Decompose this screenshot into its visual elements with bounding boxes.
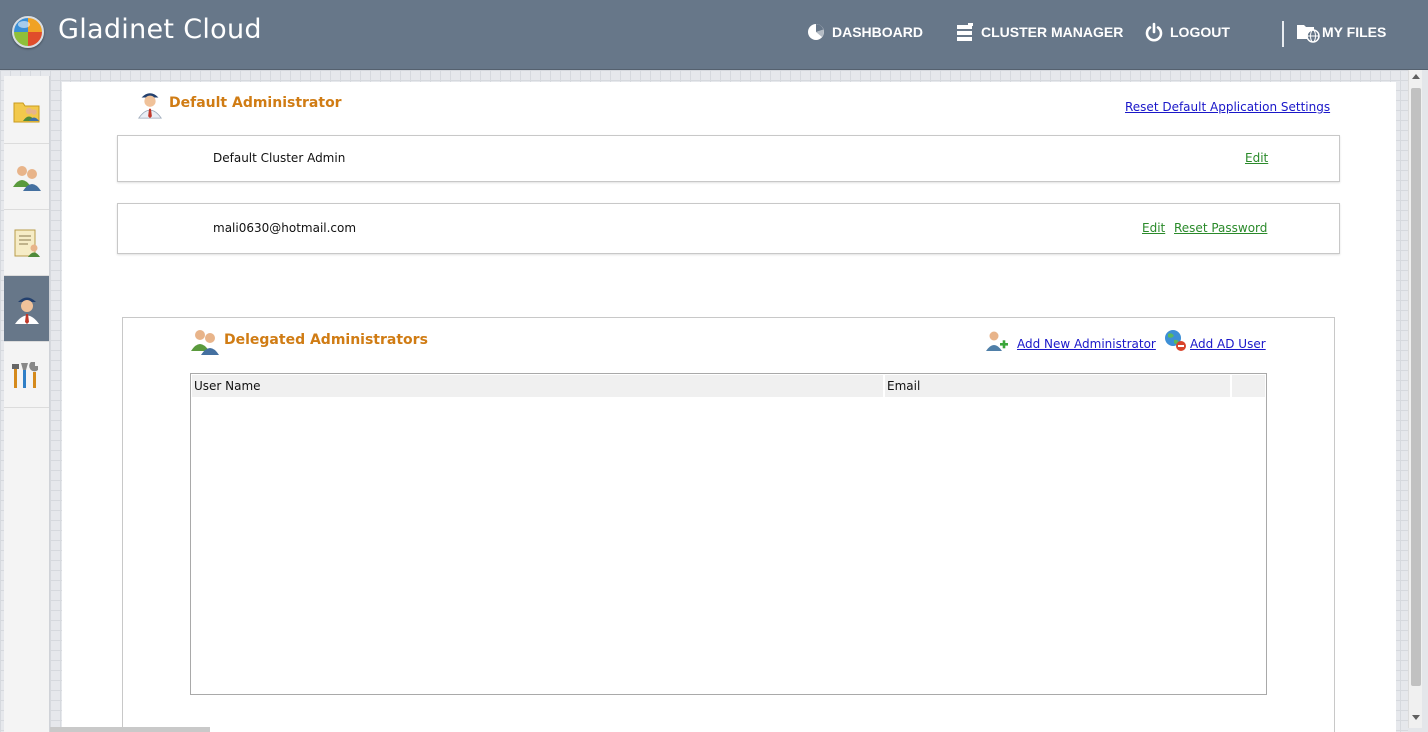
default-admin-icon xyxy=(138,93,162,119)
main-content: Default Administrator Reset Default Appl… xyxy=(62,82,1396,732)
folder-users-icon xyxy=(13,102,39,122)
brand-title: Gladinet Cloud xyxy=(58,14,262,45)
default-cluster-admin-row: Default Cluster Admin Edit xyxy=(117,135,1340,182)
top-header: Gladinet Cloud DASHBOARD CLUSTER MANAGER… xyxy=(0,0,1428,70)
sidebar-item-users[interactable] xyxy=(4,144,49,210)
vertical-scrollbar[interactable] xyxy=(1408,70,1422,728)
administrator-icon xyxy=(14,297,39,324)
add-new-administrator-link[interactable]: Add New Administrator xyxy=(1017,337,1156,351)
delegated-admins-panel: Delegated Administrators Add New Adminis… xyxy=(122,317,1335,732)
sidebar-item-reports[interactable] xyxy=(4,210,49,276)
nav-divider xyxy=(1282,21,1284,47)
column-header-email[interactable]: Email xyxy=(885,375,1230,397)
delegated-admins-title: Delegated Administrators xyxy=(224,332,428,348)
server-stack-icon xyxy=(957,23,973,41)
column-header-user-name[interactable]: User Name xyxy=(192,375,883,397)
admin-email: mali0630@hotmail.com xyxy=(213,221,357,235)
delegated-admins-icon xyxy=(191,330,219,355)
nav-cluster-manager-label: CLUSTER MANAGER xyxy=(981,24,1124,40)
scrollbar-thumb[interactable] xyxy=(1411,88,1421,686)
add-user-icon xyxy=(986,331,1008,351)
edit-cluster-admin-link[interactable]: Edit xyxy=(1245,151,1268,165)
folder-globe-icon xyxy=(1297,25,1320,43)
sidebar-item-settings[interactable] xyxy=(4,342,49,408)
sidebar-item-team-folders[interactable] xyxy=(4,78,49,144)
sidebar-item-administrators[interactable] xyxy=(4,276,49,342)
left-sidebar xyxy=(4,76,50,732)
nav-cluster-manager[interactable]: CLUSTER MANAGER xyxy=(955,20,1123,44)
nav-logout-label: LOGOUT xyxy=(1170,24,1230,40)
power-icon xyxy=(1145,22,1163,42)
reset-password-link[interactable]: Reset Password xyxy=(1174,221,1267,235)
table-header-row: User Name Email xyxy=(192,375,1265,397)
dashboard-pie-icon xyxy=(808,24,824,40)
add-ad-user-link[interactable]: Add AD User xyxy=(1190,337,1266,351)
nav-dashboard[interactable]: DASHBOARD xyxy=(806,20,923,44)
column-header-actions xyxy=(1232,375,1265,397)
add-ad-user-icon xyxy=(1165,330,1186,351)
scroll-down-arrow-icon[interactable] xyxy=(1412,715,1420,720)
nav-my-files-label: MY FILES xyxy=(1322,24,1387,40)
edit-account-link[interactable]: Edit xyxy=(1142,221,1165,235)
document-user-icon xyxy=(14,229,40,257)
tools-icon xyxy=(11,361,38,388)
default-cluster-admin-label: Default Cluster Admin xyxy=(213,151,346,165)
delegated-admins-table: User Name Email xyxy=(190,373,1267,695)
nav-my-files[interactable]: MY FILES xyxy=(1296,20,1386,44)
admin-account-row: mali0630@hotmail.com Edit Reset Password xyxy=(117,203,1340,254)
gladinet-logo-icon xyxy=(12,16,44,48)
reset-default-settings-link[interactable]: Reset Default Application Settings xyxy=(1125,100,1330,114)
nav-logout[interactable]: LOGOUT xyxy=(1144,20,1230,44)
default-admin-title: Default Administrator xyxy=(169,95,342,111)
nav-dashboard-label: DASHBOARD xyxy=(832,24,923,40)
horizontal-scrollbar-thumb[interactable] xyxy=(50,727,210,732)
scroll-up-arrow-icon[interactable] xyxy=(1412,74,1420,79)
users-icon xyxy=(12,165,41,191)
